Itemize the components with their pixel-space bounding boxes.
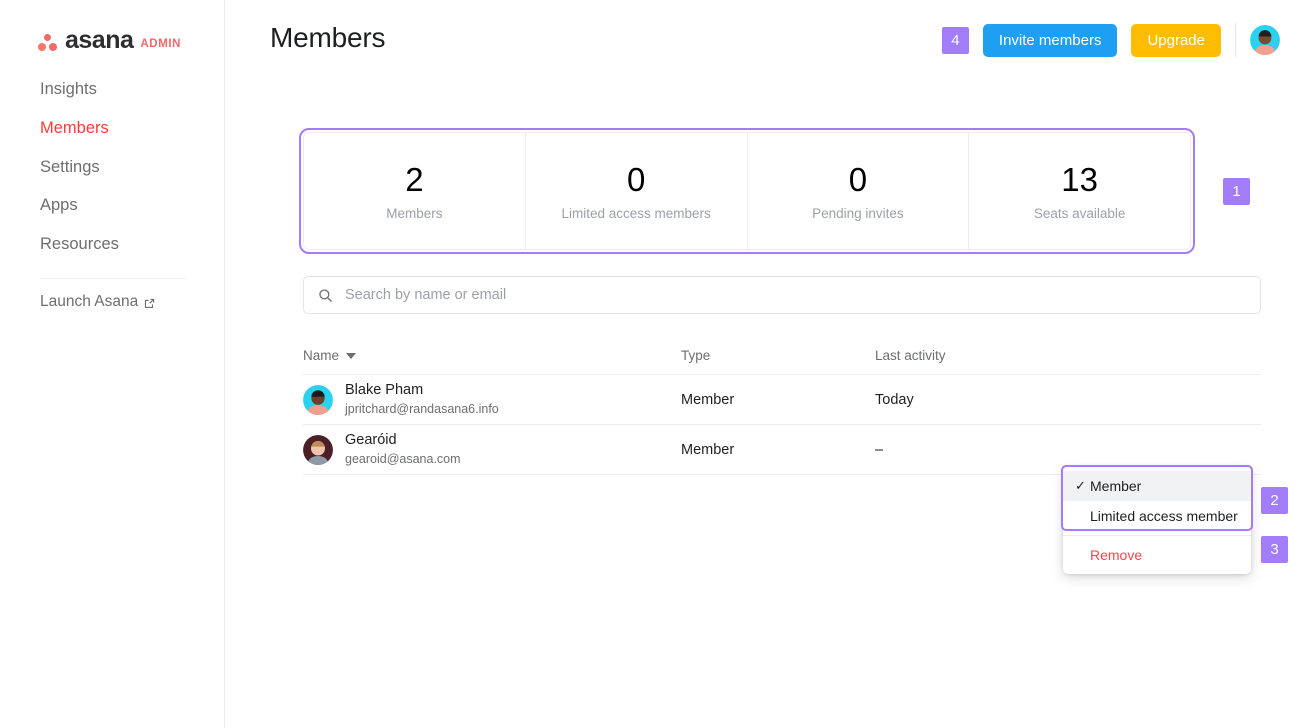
members-table: Name Type Last activity Blake Pham jprit… — [303, 336, 1261, 475]
sidebar-item-insights[interactable]: Insights — [0, 70, 225, 109]
column-header-name[interactable]: Name — [303, 348, 681, 363]
stats-panel: 2 Members 0 Limited access members 0 Pen… — [303, 132, 1191, 250]
menu-item-limited-access-member[interactable]: Limited access member — [1063, 501, 1251, 531]
sort-descending-caret-icon — [346, 353, 357, 359]
brand-name: asana — [65, 26, 134, 54]
asana-admin-members-page: asana ADMIN Insights Members Settings Ap… — [0, 0, 1300, 728]
brand-logo[interactable]: asana ADMIN — [38, 26, 182, 54]
stat-value: 0 — [848, 160, 868, 198]
stat-card-pending-invites: 0 Pending invites — [748, 133, 970, 249]
member-type[interactable]: Member — [681, 442, 875, 458]
sidebar-item-members[interactable]: Members — [0, 109, 225, 148]
column-header-name-label: Name — [303, 347, 340, 363]
member-name: Gearóid — [345, 432, 397, 448]
column-header-last-activity: Last activity — [875, 347, 946, 363]
member-last-activity: – — [875, 441, 884, 458]
member-last-activity: Today — [875, 391, 914, 408]
menu-item-limited-access-member-label: Limited access member — [1090, 508, 1238, 524]
menu-item-remove[interactable]: Remove — [1063, 540, 1251, 570]
table-header-row: Name Type Last activity — [303, 336, 1261, 375]
stat-card-limited-access-members: 0 Limited access members — [526, 133, 748, 249]
launch-asana-label: Launch Asana — [40, 292, 139, 310]
stat-value: 13 — [1061, 160, 1098, 198]
stat-value: 0 — [626, 160, 646, 198]
member-avatar — [303, 434, 333, 465]
annotation-badge-2: 2 — [1261, 487, 1288, 514]
column-header-type: Type — [681, 347, 711, 363]
stat-card-members: 2 Members — [304, 133, 526, 249]
member-avatar — [303, 384, 333, 415]
brand-suffix: ADMIN — [140, 37, 182, 50]
menu-divider — [1063, 535, 1251, 536]
sidebar-nav: Insights Members Settings Apps Resources… — [0, 70, 225, 311]
menu-item-member-label: Member — [1090, 478, 1142, 494]
member-type[interactable]: Member — [681, 392, 875, 408]
sidebar-item-settings[interactable]: Settings — [0, 148, 225, 187]
main-content: 2 Members 0 Limited access members 0 Pen… — [225, 0, 1300, 728]
external-link-icon — [144, 296, 155, 309]
asana-logo-icon — [38, 34, 58, 52]
sidebar-item-resources[interactable]: Resources — [0, 225, 225, 264]
member-email: gearoid@asana.com — [345, 452, 461, 467]
stat-label: Seats available — [1033, 206, 1126, 222]
search-input[interactable] — [343, 286, 1246, 304]
member-email: jpritchard@randasana6.info — [345, 402, 499, 417]
search-bar[interactable] — [303, 276, 1261, 314]
annotation-badge-1: 1 — [1223, 178, 1250, 205]
menu-item-remove-label: Remove — [1090, 547, 1143, 563]
member-type-dropdown-menu: ✓ Member Limited access member Remove — [1063, 467, 1251, 574]
stat-card-seats-available: 13 Seats available — [969, 133, 1190, 249]
member-cell: Gearóid gearoid@asana.com — [303, 431, 681, 468]
sidebar-item-apps[interactable]: Apps — [0, 186, 225, 225]
search-icon — [318, 288, 333, 303]
member-cell: Blake Pham jpritchard@randasana6.info — [303, 381, 681, 418]
sidebar-item-launch-asana[interactable]: Launch Asana — [0, 279, 225, 311]
sidebar: asana ADMIN Insights Members Settings Ap… — [0, 0, 225, 728]
annotation-badge-3: 3 — [1261, 536, 1288, 563]
stat-label: Members — [386, 206, 443, 222]
stat-value: 2 — [405, 160, 424, 198]
check-icon: ✓ — [1075, 478, 1086, 493]
stat-label: Pending invites — [812, 206, 904, 222]
member-name: Blake Pham — [345, 382, 424, 398]
menu-item-member[interactable]: ✓ Member — [1063, 471, 1251, 501]
stat-label: Limited access members — [561, 206, 711, 222]
table-row[interactable]: Blake Pham jpritchard@randasana6.info Me… — [303, 375, 1261, 425]
